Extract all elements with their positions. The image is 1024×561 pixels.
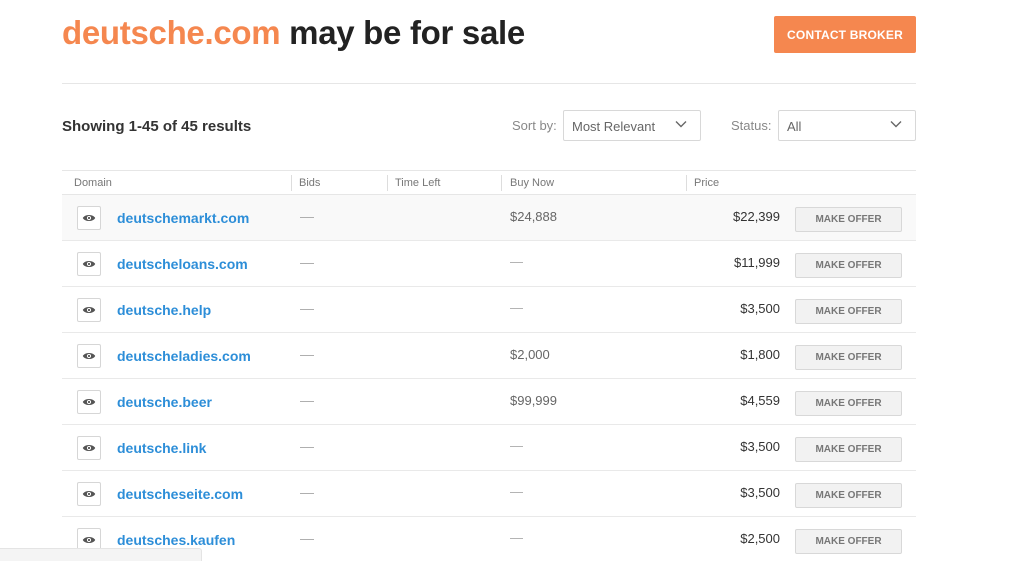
title-domain: deutsche.com bbox=[62, 14, 281, 51]
domain-link[interactable]: deutscheseite.com bbox=[117, 486, 243, 502]
make-offer-button[interactable]: MAKE OFFER bbox=[795, 299, 902, 324]
table-row: deutscheladies.com — $2,000 $1,800 MAKE OFFE… bbox=[62, 333, 916, 379]
make-offer-button[interactable]: MAKE OFFER bbox=[795, 345, 902, 370]
price-value: $4,559 bbox=[740, 393, 780, 408]
table-row: deutscheloans.com — — $11,999 MAKE OFFER bbox=[62, 241, 916, 287]
buy-now-value: — bbox=[510, 300, 523, 315]
make-offer-button[interactable]: MAKE OFFER bbox=[795, 253, 902, 278]
domain-link[interactable]: deutsche.help bbox=[117, 302, 211, 318]
domain-link[interactable]: deutschemarkt.com bbox=[117, 210, 249, 226]
table-row: deutsche.help — — $3,500 MAKE OFFER bbox=[62, 287, 916, 333]
column-header-buy-now[interactable]: Buy Now bbox=[510, 177, 554, 189]
eye-icon[interactable] bbox=[77, 482, 101, 506]
price-value: $3,500 bbox=[740, 485, 780, 500]
results-toolbar: Showing 1-45 of 45 results Sort by: Most… bbox=[62, 110, 916, 142]
eye-icon[interactable] bbox=[77, 252, 101, 276]
domain-link[interactable]: deutsches.kaufen bbox=[117, 532, 235, 548]
column-header-price[interactable]: Price bbox=[694, 177, 719, 189]
results-count: Showing 1-45 of 45 results bbox=[62, 118, 252, 135]
title-text: may be for sale bbox=[280, 14, 525, 51]
column-divider bbox=[501, 175, 502, 191]
table-row: deutsche.beer — $99,999 $4,559 MAKE OFFER bbox=[62, 379, 916, 425]
domain-link[interactable]: deutscheloans.com bbox=[117, 256, 248, 272]
status-select-value: All bbox=[787, 119, 802, 134]
buy-now-value: $24,888 bbox=[510, 209, 557, 224]
make-offer-button[interactable]: MAKE OFFER bbox=[795, 207, 902, 232]
bids-value: — bbox=[300, 530, 314, 546]
price-value: $11,999 bbox=[733, 255, 780, 270]
domain-link[interactable]: deutscheladies.com bbox=[117, 348, 251, 364]
sort-select-value: Most Relevant bbox=[572, 119, 656, 134]
price-value: $22,399 bbox=[733, 209, 780, 224]
page-title: deutsche.com may be for sale bbox=[62, 14, 525, 52]
bids-value: — bbox=[300, 438, 314, 454]
domains-table: Domain Bids Time Left Buy Now Price deut… bbox=[62, 170, 916, 561]
table-row: deutscheseite.com — — $3,500 MAKE OFFER bbox=[62, 471, 916, 517]
bids-value: — bbox=[300, 300, 314, 316]
chevron-down-icon bbox=[890, 121, 902, 128]
make-offer-button[interactable]: MAKE OFFER bbox=[795, 483, 902, 508]
eye-icon[interactable] bbox=[77, 436, 101, 460]
price-value: $3,500 bbox=[740, 439, 780, 454]
sort-select[interactable]: Most Relevant bbox=[563, 110, 701, 141]
column-header-bids[interactable]: Bids bbox=[299, 177, 320, 189]
status-select[interactable]: All bbox=[778, 110, 916, 141]
sort-label: Sort by: bbox=[512, 118, 557, 133]
eye-icon[interactable] bbox=[77, 344, 101, 368]
table-body: deutschemarkt.com — $24,888 $22,399 MAKE OFF… bbox=[62, 195, 916, 561]
price-value: $1,800 bbox=[740, 347, 780, 362]
eye-icon[interactable] bbox=[77, 298, 101, 322]
buy-now-value: — bbox=[510, 530, 523, 545]
domain-link[interactable]: deutsche.link bbox=[117, 440, 206, 456]
domain-link[interactable]: deutsche.beer bbox=[117, 394, 212, 410]
bids-value: — bbox=[300, 484, 314, 500]
buy-now-value: — bbox=[510, 438, 523, 453]
bids-value: — bbox=[300, 392, 314, 408]
column-header-time-left[interactable]: Time Left bbox=[395, 177, 440, 189]
page-header: deutsche.com may be for sale CONTACT BRO… bbox=[62, 0, 916, 84]
column-divider bbox=[291, 175, 292, 191]
buy-now-value: — bbox=[510, 254, 523, 269]
column-header-domain[interactable]: Domain bbox=[74, 177, 112, 189]
make-offer-button[interactable]: MAKE OFFER bbox=[795, 529, 902, 554]
column-divider bbox=[387, 175, 388, 191]
make-offer-button[interactable]: MAKE OFFER bbox=[795, 391, 902, 416]
bids-value: — bbox=[300, 346, 314, 362]
eye-icon[interactable] bbox=[77, 390, 101, 414]
buy-now-value: $2,000 bbox=[510, 347, 550, 362]
eye-icon[interactable] bbox=[77, 206, 101, 230]
buy-now-value: $99,999 bbox=[510, 393, 557, 408]
table-row: deutsche.link — — $3,500 MAKE OFFER bbox=[62, 425, 916, 471]
status-label: Status: bbox=[731, 118, 772, 133]
make-offer-button[interactable]: MAKE OFFER bbox=[795, 437, 902, 462]
buy-now-value: — bbox=[510, 484, 523, 499]
table-header: Domain Bids Time Left Buy Now Price bbox=[62, 170, 916, 195]
column-divider bbox=[686, 175, 687, 191]
bids-value: — bbox=[300, 254, 314, 270]
chevron-down-icon bbox=[675, 121, 687, 128]
status-bar bbox=[0, 548, 202, 561]
price-value: $3,500 bbox=[740, 301, 780, 316]
price-value: $2,500 bbox=[740, 531, 780, 546]
table-row: deutschemarkt.com — $24,888 $22,399 MAKE OFF… bbox=[62, 195, 916, 241]
bids-value: — bbox=[300, 208, 314, 224]
contact-broker-button[interactable]: CONTACT BROKER bbox=[774, 16, 916, 53]
